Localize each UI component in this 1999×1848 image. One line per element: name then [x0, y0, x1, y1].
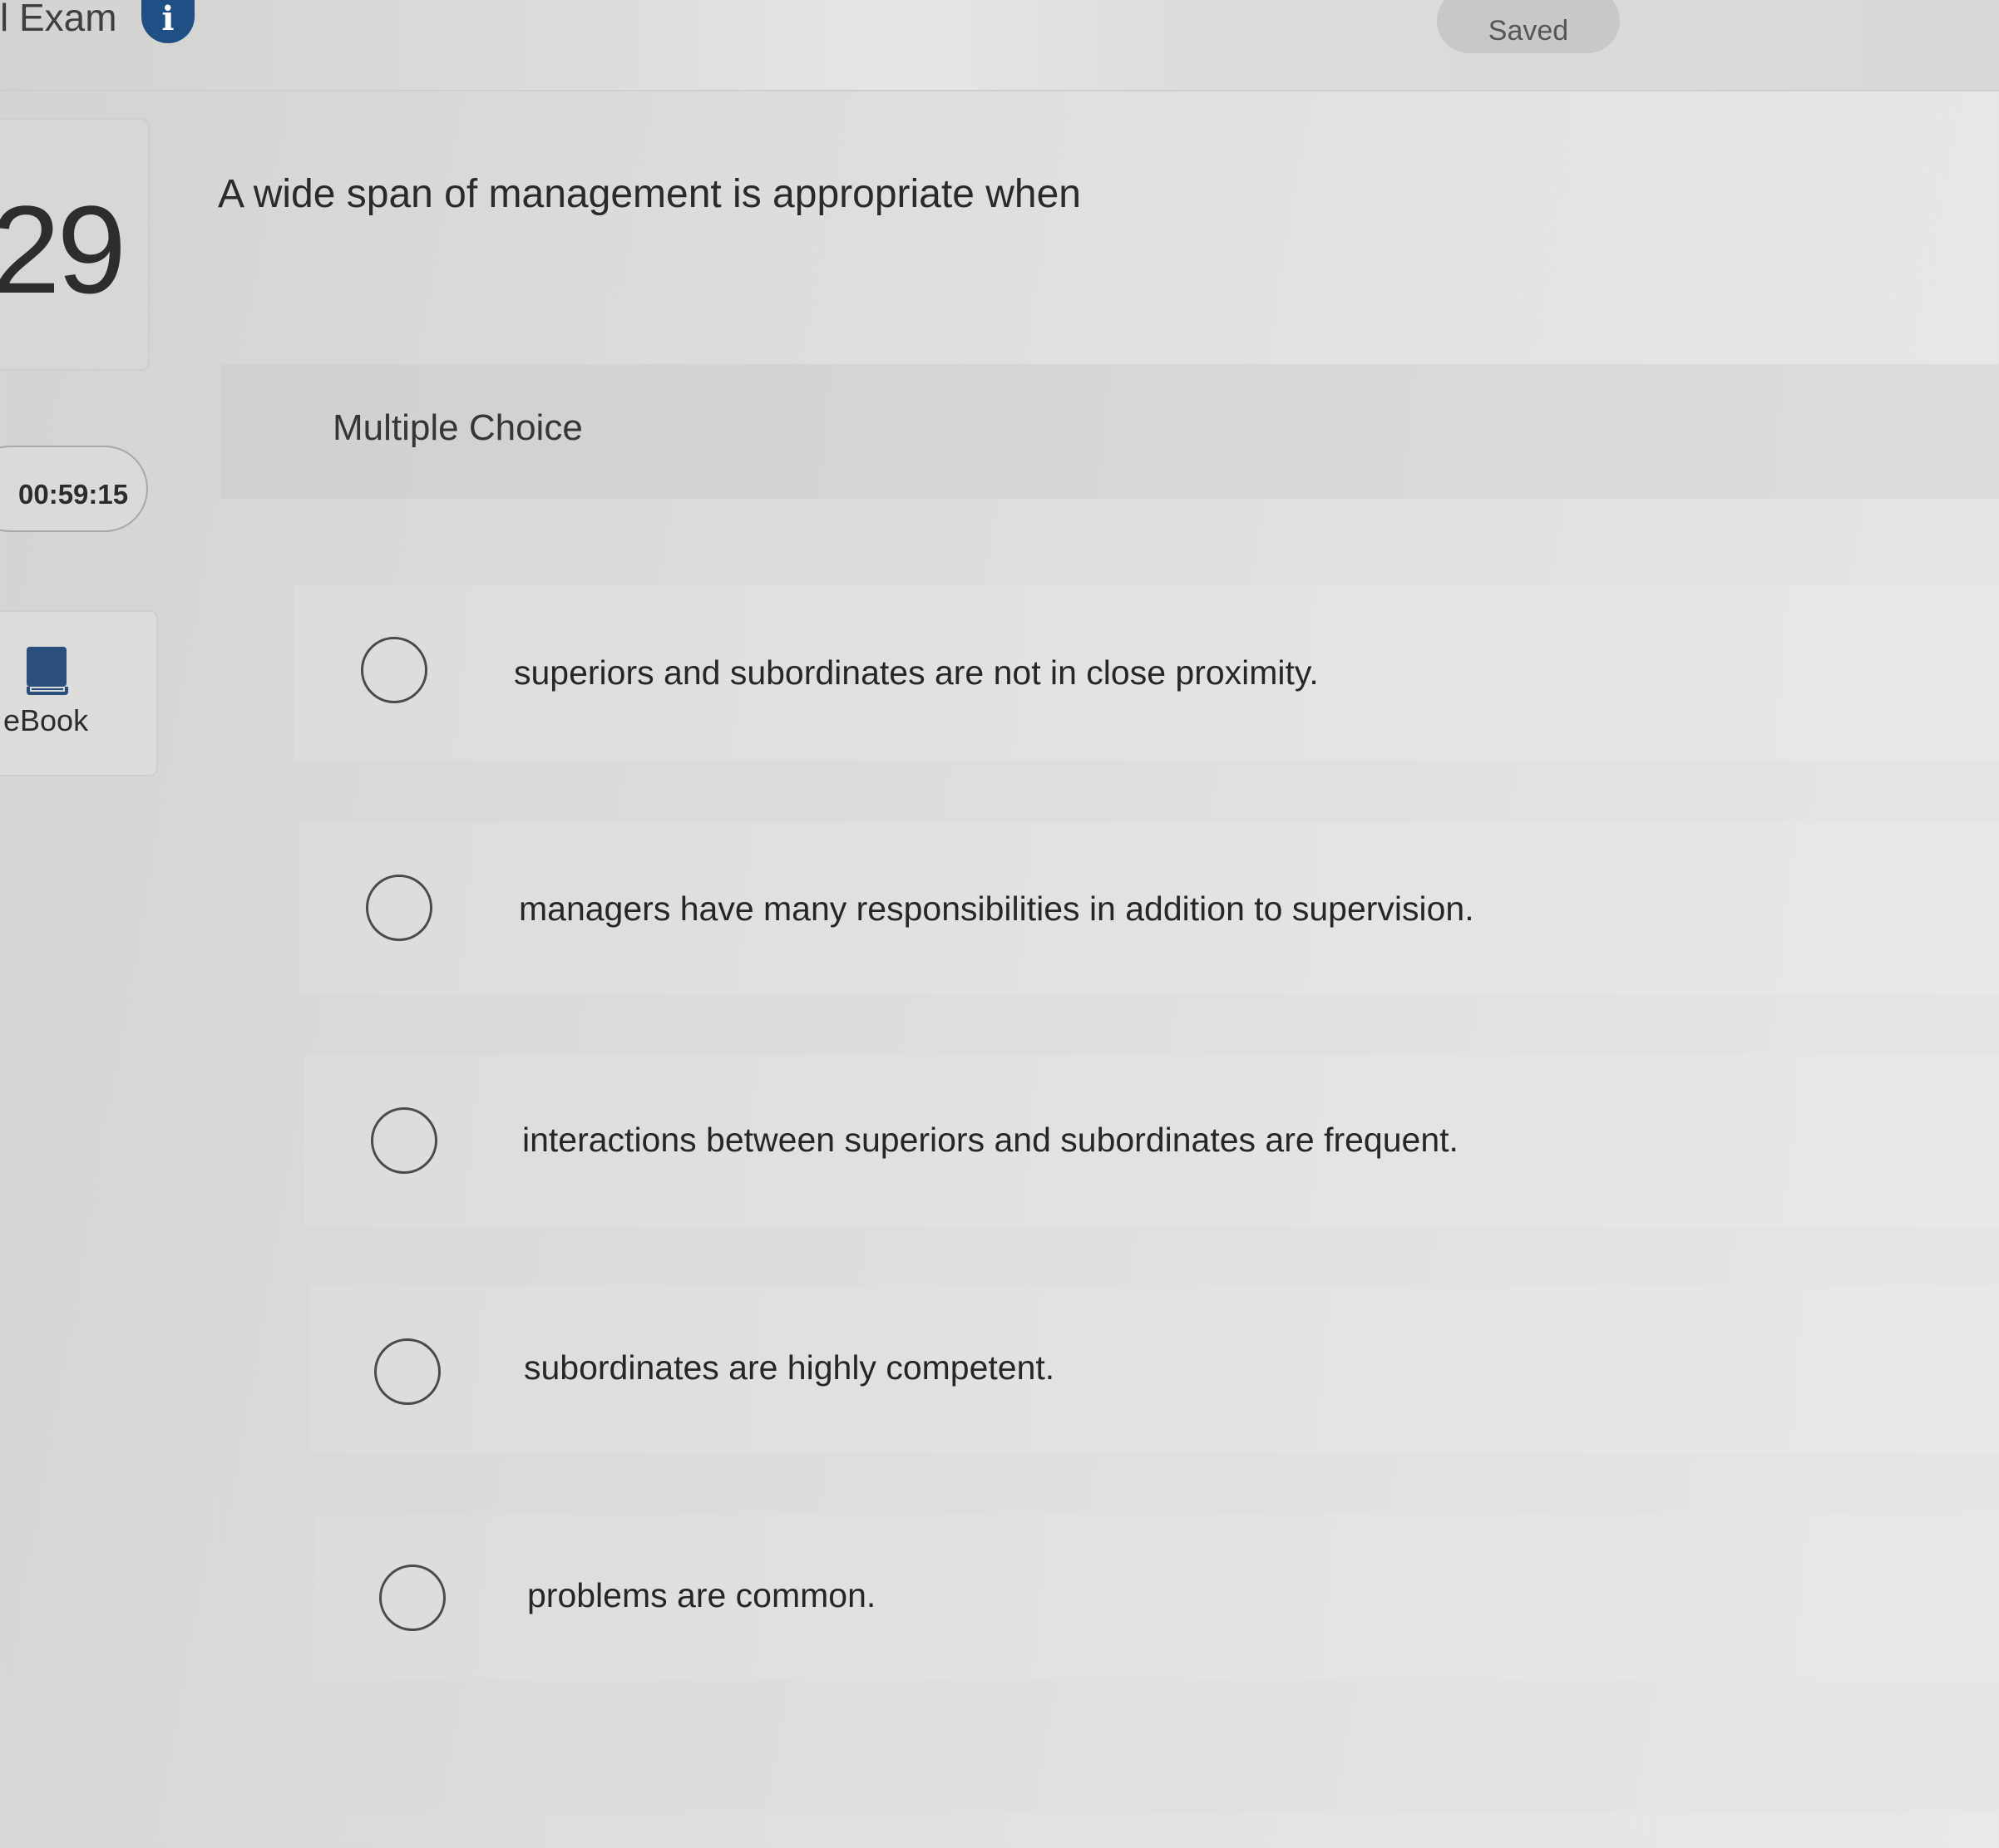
book-icon	[27, 647, 68, 695]
ebook-button[interactable]	[0, 610, 158, 776]
saved-status-badge: Saved	[1437, 0, 1620, 53]
answer-option-label[interactable]: problems are common.	[527, 1576, 876, 1615]
info-icon[interactable]: i	[141, 0, 195, 43]
answer-option-label[interactable]: interactions between superiors and subor…	[522, 1121, 1459, 1160]
question-prompt: A wide span of management is appropriate…	[218, 172, 1081, 216]
ebook-label: eBook	[3, 703, 89, 737]
answer-radio[interactable]	[379, 1565, 446, 1631]
answer-radio[interactable]	[366, 875, 432, 941]
answer-option-label[interactable]: managers have many responsibilities in a…	[519, 890, 1474, 929]
top-bar: l Exam i Saved	[0, 0, 1999, 91]
answer-option-label[interactable]: subordinates are highly competent.	[524, 1348, 1054, 1387]
answer-radio[interactable]	[371, 1107, 437, 1174]
timer-text: 00:59:15	[18, 479, 129, 510]
answer-radio[interactable]	[361, 637, 427, 703]
exam-title: l Exam	[0, 0, 117, 39]
question-number-card: 29	[0, 118, 150, 371]
answer-radio[interactable]	[374, 1338, 441, 1405]
answer-option-label[interactable]: superiors and subordinates are not in cl…	[514, 653, 1319, 692]
question-number: 29	[0, 180, 126, 319]
question-type-label: Multiple Choice	[333, 407, 583, 448]
